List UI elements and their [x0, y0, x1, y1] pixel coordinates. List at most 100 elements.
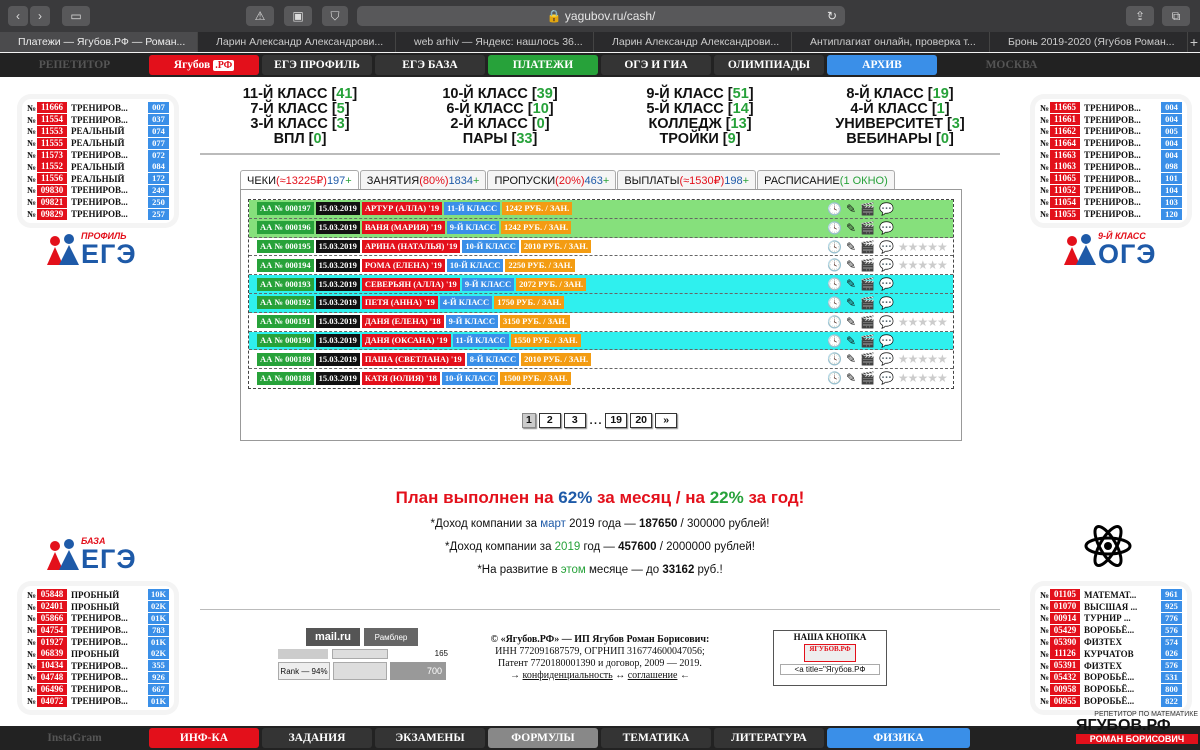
class-count[interactable]: ВЕБИНАРЫ [0] [800, 132, 1000, 147]
comment-icon[interactable]: 💬 [879, 334, 894, 348]
extension-icon[interactable]: ▣ [284, 6, 312, 26]
panel-tab[interactable]: ПРОПУСКИ (20%) 463 + [487, 170, 617, 190]
video-icon[interactable]: 🎬 [860, 334, 875, 348]
comment-icon[interactable]: 💬 [879, 296, 894, 310]
receipt-id[interactable]: АА № 000196 [257, 221, 314, 235]
variant-row[interactable]: № 00958 ВОРОБЬЁ... 800 [1040, 683, 1182, 695]
atom-icon[interactable] [1084, 522, 1132, 570]
class-count[interactable]: 9-Й КЛАСС [51] [600, 87, 800, 102]
class-count[interactable]: ТРОЙКИ [9] [600, 132, 800, 147]
student-name[interactable]: РОМА (ЕЛЕНА) '19 [361, 258, 445, 272]
variant-row[interactable]: № 05429 ВОРОБЬЁ... 576 [1040, 624, 1182, 636]
variant-row[interactable]: № 10434 ТРЕНИРОВ... 355 [27, 660, 169, 672]
student-name[interactable]: ВАНЯ (МАРИЯ) '19 [361, 221, 445, 235]
comment-icon[interactable]: 💬 [879, 240, 894, 254]
video-icon[interactable]: 🎬 [860, 221, 875, 235]
video-icon[interactable]: 🎬 [860, 240, 875, 254]
nav-topnav-item[interactable]: АРХИВ [827, 55, 937, 75]
student-name[interactable]: АРТУР (АЛЛА) '19 [361, 202, 443, 216]
variant-row[interactable]: № 11662 ТРЕНИРОВ... 005 [1040, 125, 1182, 138]
nav-topnav-item[interactable]: ПЛАТЕЖИ [488, 55, 598, 75]
edit-icon[interactable]: ✎ [846, 277, 856, 291]
browser-tab[interactable]: web arhiv — Яндекс: нашлось 36... [396, 32, 594, 52]
variant-row[interactable]: № 11052 ТРЕНИРОВ... 104 [1040, 184, 1182, 197]
class-count[interactable]: ПАРЫ [33] [400, 132, 600, 147]
variant-row[interactable]: № 09829 ТРЕНИРОВ... 257 [27, 208, 169, 220]
student-name[interactable]: СЕВЕРЬЯН (АЛЛА) '19 [361, 277, 460, 291]
receipt-id[interactable]: АА № 000197 [257, 202, 314, 216]
variant-row[interactable]: № 11665 ТРЕНИРОВ... 004 [1040, 102, 1182, 114]
rating-stars[interactable]: ★★★★★ [898, 240, 948, 254]
class-count[interactable]: 6-Й КЛАСС [10] [400, 102, 600, 117]
ege-profile-logo[interactable]: ПРОФИЛЬ ЕГЭ [45, 232, 137, 268]
receipt-id[interactable]: АА № 000192 [257, 296, 314, 310]
variant-row[interactable]: № 11063 ТРЕНИРОВ... 098 [1040, 161, 1182, 173]
nav-botnav-item[interactable]: ЛИТЕРАТУРА [714, 728, 824, 748]
clock-icon[interactable]: 🕓 [827, 315, 842, 329]
page-»[interactable]: » [655, 412, 678, 428]
class-count[interactable]: 11-Й КЛАСС [41] [200, 87, 400, 102]
variant-row[interactable]: № 09821 ТРЕНИРОВ... 250 [27, 196, 169, 208]
video-icon[interactable]: 🎬 [860, 371, 875, 385]
variant-row[interactable]: № 11555 РЕАЛЬНЫЙ 077 [27, 137, 169, 149]
panel-tab[interactable]: РАСПИСАНИЕ (1 ОКНО) [757, 170, 895, 190]
browser-tab[interactable]: Ларин Александр Александрови... [594, 32, 792, 52]
sidebar-icon[interactable]: ▭ [62, 6, 90, 26]
video-icon[interactable]: 🎬 [860, 352, 875, 366]
browser-tab[interactable]: Ларин Александр Александрови... [198, 32, 396, 52]
receipt-id[interactable]: АА № 000188 [257, 372, 314, 386]
new-tab-icon[interactable]: + [1188, 32, 1200, 52]
variant-row[interactable]: № 05390 ФИЗТЕХ 574 [1040, 636, 1182, 648]
variant-row[interactable]: № 06839 ПРОБНЫЙ 02K [27, 648, 169, 660]
forward-button[interactable]: › [30, 6, 50, 26]
clock-icon[interactable]: 🕓 [827, 277, 842, 291]
student-name[interactable]: КАТЯ (ЮЛИЯ) '18 [361, 372, 440, 386]
variant-row[interactable]: № 11126 КУРЧАТОВ 026 [1040, 648, 1182, 660]
variant-row[interactable]: № 04754 ТРЕНИРОВ... 783 [27, 624, 169, 636]
class-count[interactable]: УНИВЕРСИТЕТ [3] [800, 117, 1000, 132]
variant-row[interactable]: № 04748 ТРЕНИРОВ... 926 [27, 671, 169, 684]
nav-botnav-item[interactable]: ТЕМАТИКА [601, 728, 711, 748]
rating-stars[interactable]: ★★★★★ [898, 371, 948, 385]
class-count[interactable]: ВПЛ [0] [200, 132, 400, 147]
browser-tab[interactable]: Бронь 2019-2020 (Ягубов Роман... [990, 32, 1188, 52]
variant-row[interactable]: № 01927 ТРЕНИРОВ... 01K [27, 636, 169, 648]
edit-icon[interactable]: ✎ [846, 315, 856, 329]
yandex-counter[interactable]: 700 [390, 662, 446, 680]
comment-icon[interactable]: 💬 [879, 277, 894, 291]
nav-topnav-item[interactable]: МОСКВА [940, 55, 1083, 75]
rating-stars[interactable]: ★★★★★ [898, 352, 948, 366]
share-icon[interactable]: ⇪ [1126, 6, 1154, 26]
edit-icon[interactable]: ✎ [846, 334, 856, 348]
edit-icon[interactable]: ✎ [846, 371, 856, 385]
nav-botnav-item[interactable]: ФОРМУЛЫ [488, 728, 598, 748]
clock-icon[interactable]: 🕓 [827, 334, 842, 348]
variant-row[interactable]: № 11055 ТРЕНИРОВ... 120 [1040, 208, 1182, 220]
warning-icon[interactable]: ⚠ [246, 6, 274, 26]
page-1[interactable]: 1 [522, 412, 536, 428]
class-count[interactable]: 3-Й КЛАСС [3] [200, 117, 400, 132]
variant-row[interactable]: № 05391 ФИЗТЕХ 576 [1040, 660, 1182, 672]
clock-icon[interactable]: 🕓 [827, 258, 842, 272]
privacy-link[interactable]: конфиденциальность [523, 670, 613, 681]
nav-topnav-item[interactable]: ОГЭ И ГИА [601, 55, 711, 75]
nav-botnav-item[interactable]: InstaGram [3, 728, 146, 748]
panel-tab[interactable]: ЧЕКИ (≈13225₽) 197 + [240, 170, 359, 190]
tabs-overview-icon[interactable]: ⧉ [1162, 6, 1190, 26]
variant-row[interactable]: № 11663 ТРЕНИРОВ... 004 [1040, 149, 1182, 161]
page-20[interactable]: 20 [630, 412, 653, 428]
variant-row[interactable]: № 11661 ТРЕНИРОВ... 004 [1040, 114, 1182, 126]
nav-botnav-item[interactable]: ЭКЗАМЕНЫ [375, 728, 485, 748]
variant-row[interactable]: № 11065 ТРЕНИРОВ... 101 [1040, 173, 1182, 185]
rank-counter[interactable]: Rank — 94% [278, 662, 330, 680]
variant-row[interactable]: № 05866 ТРЕНИРОВ... 01K [27, 612, 169, 625]
variant-row[interactable]: № 00955 ВОРОБЬЁ... 822 [1040, 695, 1182, 707]
video-icon[interactable]: 🎬 [860, 277, 875, 291]
browser-tab[interactable]: Платежи — Ягубов.РФ — Роман... [0, 32, 198, 52]
oge-logo[interactable]: 9-Й КЛАСС ОГЭ [1062, 232, 1157, 268]
variant-row[interactable]: № 11573 ТРЕНИРОВ... 072 [27, 149, 169, 161]
panel-tab[interactable]: ВЫПЛАТЫ (≈1530₽) 198 + [617, 170, 757, 190]
receipt-id[interactable]: АА № 000193 [257, 277, 314, 291]
class-count[interactable]: 4-Й КЛАСС [1] [800, 102, 1000, 117]
comment-icon[interactable]: 💬 [879, 202, 894, 216]
